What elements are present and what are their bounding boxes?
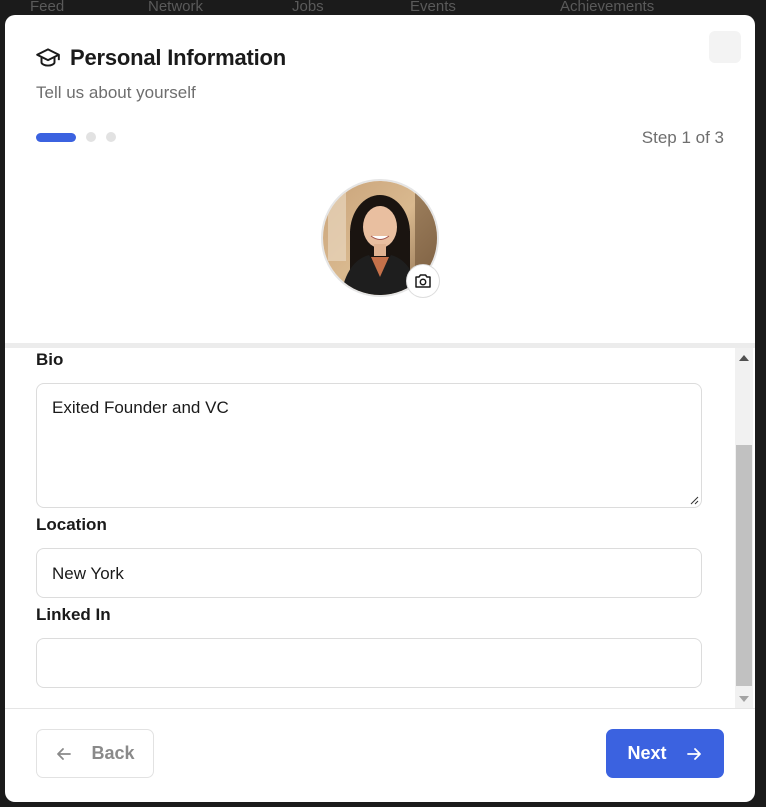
footer-divider xyxy=(5,708,755,709)
step-dot-active xyxy=(36,132,76,142)
back-button[interactable]: Back xyxy=(36,729,154,778)
nav-item-achievements[interactable]: Achievements xyxy=(560,0,654,15)
scrollbar[interactable] xyxy=(735,348,753,708)
camera-button[interactable] xyxy=(407,265,439,297)
avatar-upload[interactable] xyxy=(321,179,439,297)
arrow-left-icon xyxy=(57,747,72,760)
close-button[interactable] xyxy=(709,31,741,63)
step-counter: Step 1 of 3 xyxy=(641,128,724,147)
location-label: Location xyxy=(36,515,107,534)
page-title: Personal Information xyxy=(70,45,287,70)
scroll-up-icon[interactable] xyxy=(739,355,749,361)
location-input[interactable]: New York xyxy=(36,548,702,598)
next-button[interactable]: Next xyxy=(606,729,724,778)
scrollbar-thumb[interactable] xyxy=(736,445,752,686)
linkedin-label: Linked In xyxy=(36,605,111,624)
bio-value: Exited Founder and VC xyxy=(52,398,229,417)
next-button-label: Next xyxy=(627,743,667,763)
bio-label: Bio xyxy=(36,350,64,369)
scroll-down-icon[interactable] xyxy=(739,696,749,702)
nav-item-feed[interactable]: Feed xyxy=(30,0,64,15)
nav-item-jobs[interactable]: Jobs xyxy=(292,0,324,15)
linkedin-input[interactable] xyxy=(36,638,702,688)
resize-handle-icon[interactable] xyxy=(689,495,699,505)
personal-info-modal: Personal Information Tell us about yours… xyxy=(5,15,755,802)
nav-item-network[interactable]: Network xyxy=(148,0,203,15)
arrow-right-icon xyxy=(686,747,701,760)
step-dot xyxy=(86,132,96,142)
step-indicator xyxy=(36,132,116,142)
location-value: New York xyxy=(52,564,124,583)
graduation-cap-icon xyxy=(36,48,60,67)
bio-textarea[interactable]: Exited Founder and VC xyxy=(36,383,702,508)
modal-header: Personal Information xyxy=(35,45,286,71)
nav-item-events[interactable]: Events xyxy=(410,0,456,15)
back-button-label: Back xyxy=(91,743,135,763)
page-subtitle: Tell us about yourself xyxy=(36,83,196,102)
step-dot xyxy=(106,132,116,142)
form-scroll-area[interactable]: Bio Exited Founder and VC Location New Y… xyxy=(5,348,755,708)
camera-icon xyxy=(415,274,431,288)
